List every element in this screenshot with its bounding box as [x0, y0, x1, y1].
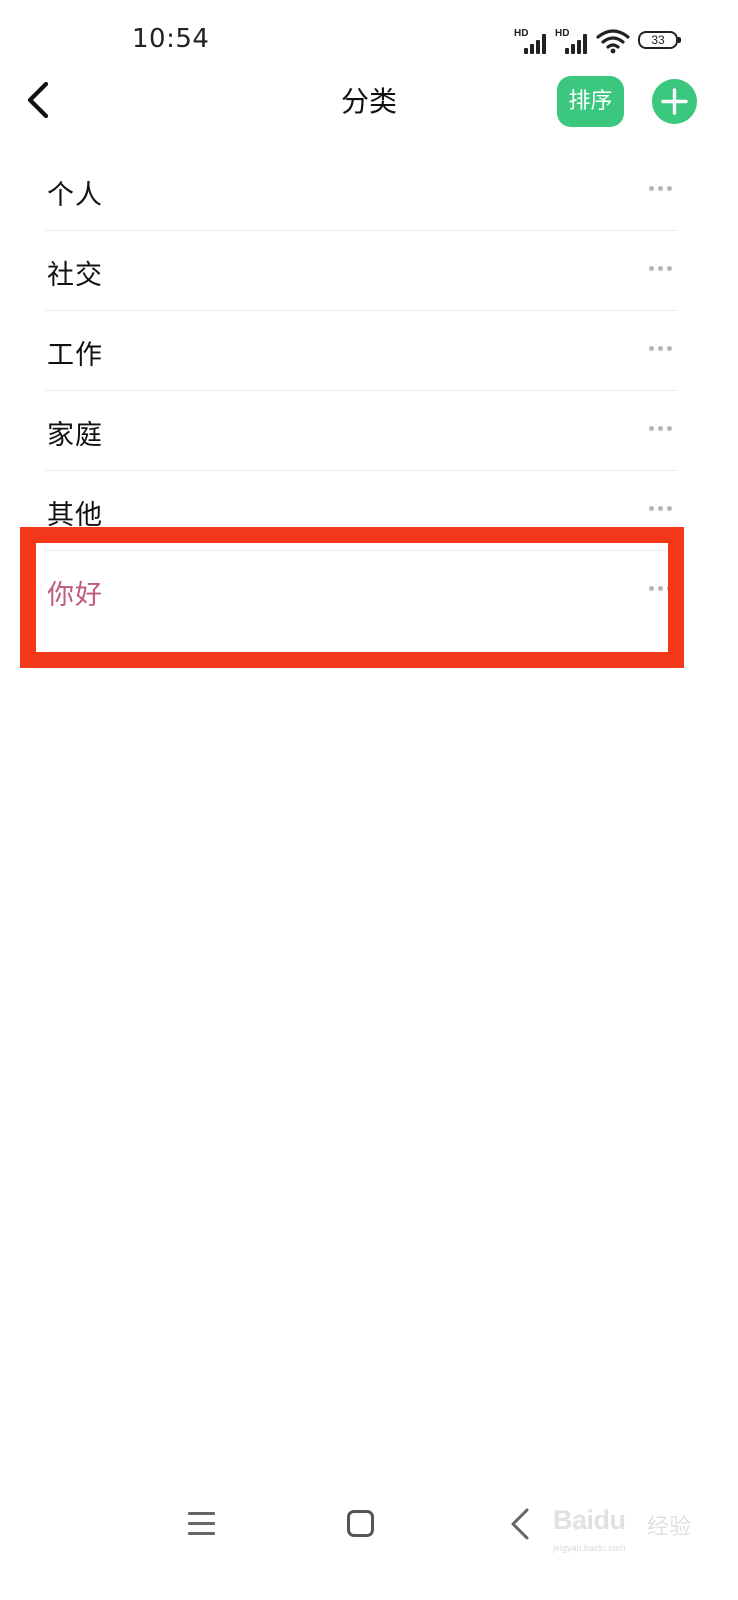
more-horizontal-icon[interactable]	[649, 585, 673, 593]
add-category-button[interactable]	[652, 79, 697, 124]
watermark-suffix: 经验	[647, 1515, 692, 1540]
more-horizontal-icon[interactable]	[649, 185, 673, 193]
battery-icon: 33	[638, 31, 681, 49]
status-time: 10:54	[132, 24, 210, 54]
signal-hd-label: HD	[514, 28, 529, 39]
signal-icon: HD	[514, 28, 548, 54]
category-screen: 10:54 HD HD 33 分类 排序 个人 社交 工作 家庭 其他 你好 B…	[0, 0, 738, 1600]
plus-icon	[661, 88, 688, 115]
more-horizontal-icon[interactable]	[649, 345, 673, 353]
category-list: 个人 社交 工作 家庭 其他 你好	[45, 151, 677, 631]
more-horizontal-icon[interactable]	[649, 265, 673, 273]
category-label: 家庭	[47, 420, 103, 451]
sort-button[interactable]: 排序	[557, 76, 624, 127]
page-title: 分类	[340, 85, 397, 118]
category-row-social[interactable]: 社交	[45, 231, 677, 311]
category-label: 其他	[47, 500, 103, 531]
wifi-icon	[596, 28, 630, 54]
watermark-brand: Baidu	[553, 1505, 626, 1535]
more-horizontal-icon[interactable]	[649, 425, 673, 433]
category-label: 社交	[47, 260, 103, 291]
baidu-watermark: Baidu 经验 jingyan.baidu.com	[553, 1495, 693, 1565]
category-row-personal[interactable]: 个人	[45, 151, 677, 231]
signal-icon: HD	[555, 28, 589, 54]
home-icon[interactable]	[347, 1510, 374, 1537]
category-label: 工作	[47, 340, 103, 371]
more-horizontal-icon[interactable]	[649, 505, 673, 513]
category-label: 你好	[47, 580, 103, 611]
category-row-hello[interactable]: 你好	[45, 551, 677, 631]
category-row-other[interactable]: 其他	[45, 471, 677, 551]
category-label: 个人	[47, 180, 103, 211]
signal-hd-label: HD	[555, 28, 570, 39]
menu-icon[interactable]	[188, 1511, 215, 1537]
back-icon[interactable]	[508, 1506, 532, 1542]
category-row-work[interactable]: 工作	[45, 311, 677, 391]
category-row-family[interactable]: 家庭	[45, 391, 677, 471]
watermark-url: jingyan.baidu.com	[553, 1543, 626, 1553]
